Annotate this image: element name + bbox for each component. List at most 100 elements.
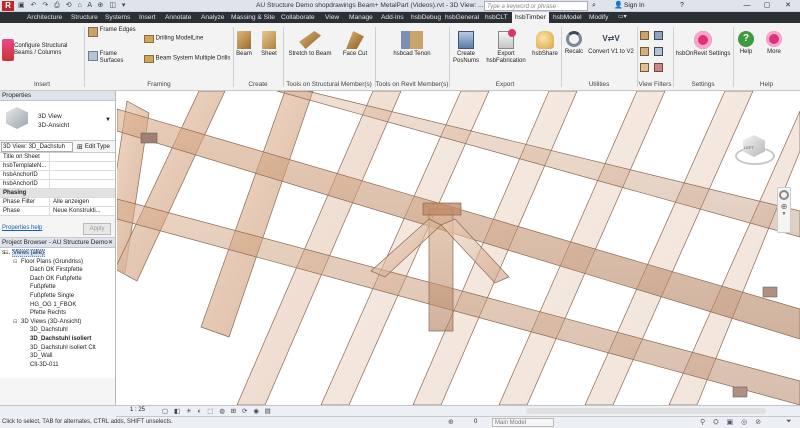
- tree-item[interactable]: ⊟Views (alle): [0, 249, 115, 258]
- tree-item[interactable]: HG_OG 1_FBOK: [0, 301, 115, 310]
- tab-view[interactable]: View: [322, 12, 342, 23]
- property-row[interactable]: hsbAnchorID: [0, 171, 115, 180]
- frame-surfaces-button[interactable]: Frame Surfaces: [88, 51, 142, 65]
- quick-access-toolbar[interactable]: ▣ ↶ ↷ ⎙ ⟲ ⌂ A ⊕ ◫ ▾: [18, 1, 168, 11]
- filter-c-icon[interactable]: [640, 47, 649, 56]
- configure-beams-button[interactable]: Configure Structural Beams / Columns: [2, 37, 80, 61]
- property-value[interactable]: [50, 171, 115, 179]
- property-value[interactable]: [50, 162, 115, 170]
- tree-item[interactable]: Dach OK Fußpfette: [0, 275, 115, 284]
- properties-help-link[interactable]: Properties help: [2, 225, 42, 231]
- zoom-icon[interactable]: ⊕: [778, 202, 790, 211]
- tab-massing-site[interactable]: Massing & Site: [228, 12, 278, 23]
- apply-button[interactable]: Apply: [83, 223, 111, 235]
- help-icon[interactable]: ?: [680, 0, 684, 12]
- tab-hsbdebug[interactable]: hsbDebug: [408, 12, 444, 23]
- edit-type-button[interactable]: Edit Type: [85, 144, 110, 150]
- filter-e-icon[interactable]: [640, 63, 649, 72]
- property-value[interactable]: Neue Konstrukti...: [50, 207, 115, 215]
- tab-insert[interactable]: Insert: [136, 12, 159, 23]
- phasing-section[interactable]: Phasing: [0, 189, 115, 198]
- tab-analyze[interactable]: Analyze: [198, 12, 227, 23]
- tree-item[interactable]: Clt-3D-011: [0, 361, 115, 370]
- properties-type-block[interactable]: 3D View 3D-Ansicht ▼: [0, 101, 115, 141]
- tab-structure[interactable]: Structure: [68, 12, 101, 23]
- tab-manage[interactable]: Manage: [346, 12, 376, 23]
- more-button[interactable]: More: [762, 31, 786, 56]
- filter-icon[interactable]: ⏷: [786, 418, 792, 426]
- convert-button[interactable]: V⇄V Convert V1 to V2: [586, 31, 636, 56]
- 3d-viewport[interactable]: LEFT ⊕ ▼: [117, 91, 800, 405]
- tab-annotate[interactable]: Annotate: [162, 12, 194, 23]
- filter-a-icon[interactable]: [640, 31, 649, 40]
- timber-frame-model[interactable]: [117, 91, 800, 405]
- tab-modify[interactable]: Modify: [586, 12, 611, 23]
- viewcube[interactable]: LEFT: [733, 127, 777, 171]
- beam-system-drills-button[interactable]: Beam System Multiple Drills: [144, 55, 236, 64]
- scrollbar-horizontal[interactable]: [526, 408, 766, 414]
- tab-hsbmodel[interactable]: hsbModel: [550, 12, 585, 23]
- collapse-toggle-icon[interactable]: ⊟: [13, 258, 21, 267]
- tree-item[interactable]: Pfette Rechts: [0, 309, 115, 318]
- property-row[interactable]: Phase Neue Konstrukti...: [0, 207, 115, 216]
- design-options-select[interactable]: Main Model: [492, 418, 554, 427]
- view-controls-icons[interactable]: ▢ ◧ ☀ ◐ ⬚ ◍ ⊞ ⟳ ◉ ▤: [162, 406, 273, 417]
- hsbshare-button[interactable]: hsbShare: [530, 31, 560, 58]
- create-posnums-button[interactable]: Create PosNums: [450, 31, 482, 65]
- close-button[interactable]: ✕: [778, 0, 798, 12]
- help-button[interactable]: ? Help: [736, 31, 756, 56]
- export-fabrication-button[interactable]: Export hsbFabrication: [484, 29, 528, 65]
- search-input[interactable]: Type a keyword or phrase: [484, 1, 588, 11]
- scale-value[interactable]: 1 : 25: [130, 407, 145, 413]
- tab-hsbclt[interactable]: hsbCLT: [482, 12, 511, 23]
- tree-item[interactable]: Fußpfette Single: [0, 292, 115, 301]
- minimize-button[interactable]: —: [738, 0, 756, 12]
- tab-collaborate[interactable]: Collaborate: [278, 12, 318, 23]
- chevron-down-icon[interactable]: ▼: [105, 117, 111, 123]
- property-value[interactable]: [50, 153, 115, 161]
- property-value[interactable]: Alle anzeigen: [50, 198, 115, 206]
- tab-hsbtimber[interactable]: hsbTimber: [512, 12, 549, 23]
- hsbonrevit-settings-button[interactable]: hsbOnRevit Settings: [674, 31, 732, 58]
- tab-add-ins[interactable]: Add-Ins: [378, 12, 407, 23]
- property-row[interactable]: Phase Filter Alle anzeigen: [0, 198, 115, 207]
- view-filter-buttons[interactable]: [640, 29, 670, 77]
- sign-in-link[interactable]: Sign In: [624, 0, 645, 12]
- view-selector[interactable]: 3D View: 3D_Dachstuh: [1, 141, 73, 152]
- drilling-modelline-button[interactable]: Drilling ModelLine: [144, 35, 236, 44]
- hsbcad-tenon-button[interactable]: hsbcad Tenon: [384, 31, 440, 58]
- beam-button[interactable]: Beam: [234, 31, 254, 58]
- stretch-to-beam-button[interactable]: Stretch to Beam: [284, 31, 336, 58]
- app-logo-icon[interactable]: R: [2, 1, 14, 11]
- steering-wheel-icon[interactable]: [779, 190, 789, 200]
- property-row[interactable]: hsbTemplateN...: [0, 162, 115, 171]
- property-value[interactable]: [50, 180, 115, 188]
- tree-item[interactable]: Dach OK Firstpfette: [0, 266, 115, 275]
- property-row[interactable]: Title on Sheet: [0, 153, 115, 162]
- tree-item[interactable]: Fußpfette: [0, 283, 115, 292]
- close-icon[interactable]: ✕: [108, 238, 113, 248]
- filter-d-icon[interactable]: [654, 47, 663, 56]
- tree-item[interactable]: 3D_Wall: [0, 352, 115, 361]
- tab-systems[interactable]: Systems: [102, 12, 133, 23]
- tree-item[interactable]: 3D_Dachstuhl: [0, 326, 115, 335]
- face-cut-button[interactable]: Face Cut: [338, 31, 372, 58]
- tree-item[interactable]: ⊟ Floor Plans (Grundriss): [0, 258, 115, 267]
- maximize-button[interactable]: ▢: [758, 0, 776, 12]
- tab-hsbgeneral[interactable]: hsbGeneral: [442, 12, 482, 23]
- filter-f-icon[interactable]: [654, 63, 663, 72]
- selection-filter-icons[interactable]: ⚲ ⛭ ▣ ◎ ⊘: [700, 418, 764, 427]
- tree-item[interactable]: 3D_Dachstuhl isoliert Clt: [0, 344, 115, 353]
- recalc-button[interactable]: Recalc: [562, 31, 586, 56]
- search-icon[interactable]: ⌕: [592, 1, 596, 11]
- tab-architecture[interactable]: Architecture: [24, 12, 65, 23]
- property-row[interactable]: hsbAnchorID: [0, 180, 115, 189]
- frame-edges-button[interactable]: Frame Edges: [88, 27, 142, 37]
- sheet-button[interactable]: Sheet: [258, 31, 280, 58]
- tree-item[interactable]: ⊟ 3D Views (3D-Ansicht): [0, 318, 115, 327]
- filter-b-icon[interactable]: [654, 31, 663, 40]
- chevron-down-icon[interactable]: ▼: [778, 211, 790, 217]
- tree-item[interactable]: 3D_Dachstuhl isoliert: [0, 335, 115, 344]
- expand-ribbon-icon[interactable]: ▭▾: [618, 12, 627, 23]
- collapse-toggle-icon[interactable]: ⊟: [13, 318, 21, 327]
